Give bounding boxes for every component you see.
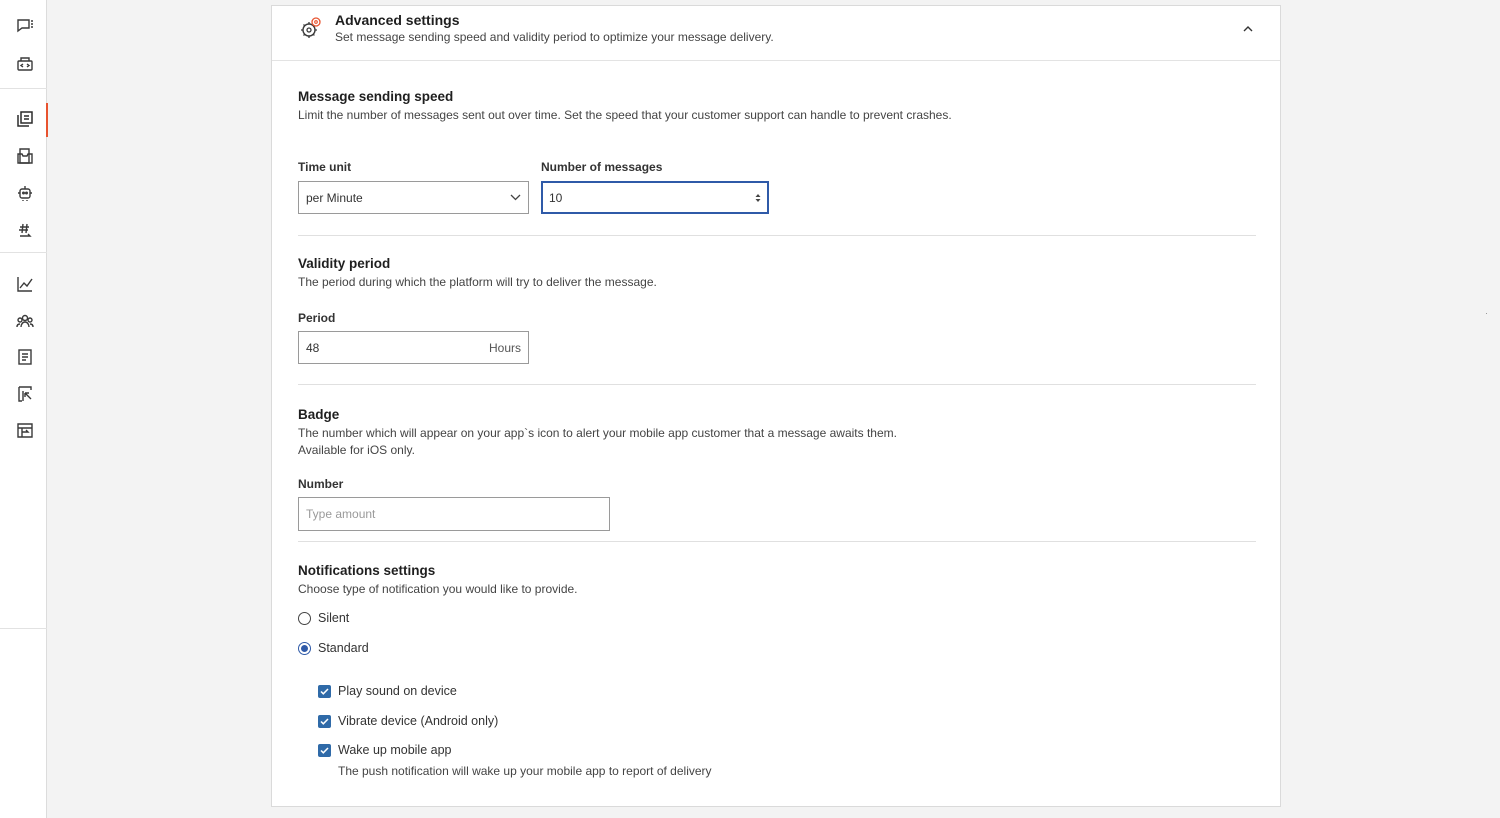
checkbox-vibrate[interactable]: Vibrate device (Android only) (318, 714, 498, 728)
validity-description: The period during which the platform wil… (298, 275, 657, 289)
analytics-icon[interactable] (8, 268, 42, 300)
store-icon[interactable] (8, 414, 42, 446)
divider (298, 384, 1256, 385)
checkmark-icon[interactable] (318, 743, 331, 757)
radio-standard[interactable]: Standard (298, 641, 369, 655)
panel-subtitle: Set message sending speed and validity p… (335, 30, 774, 44)
speed-title: Message sending speed (298, 89, 454, 104)
wake-up-hint: The push notification will wake up your … (338, 764, 712, 778)
number-of-messages-input[interactable]: 10 (541, 181, 769, 214)
notifications-title: Notifications settings (298, 563, 436, 578)
badge-description: The number which will appear on your app… (298, 426, 897, 457)
period-label: Period (298, 311, 336, 325)
notifications-description: Choose type of notification you would li… (298, 582, 578, 596)
validity-title: Validity period (298, 256, 391, 271)
radio-button[interactable] (298, 611, 311, 625)
chevron-up-icon (1243, 26, 1253, 32)
radio-silent[interactable]: Silent (298, 611, 349, 625)
panel-header[interactable]: Advanced settings Set message sending sp… (272, 6, 1280, 61)
radio-button-selected[interactable] (298, 641, 311, 655)
badge-title: Badge (298, 407, 340, 422)
checkmark-icon[interactable] (318, 684, 331, 698)
panel-title: Advanced settings (335, 12, 460, 28)
period-value: 48 (306, 340, 320, 355)
people-icon[interactable] (8, 305, 42, 337)
gear-icon (301, 17, 321, 38)
time-unit-label: Time unit (298, 160, 352, 174)
checkbox-play-sound[interactable]: Play sound on device (318, 684, 457, 698)
number-of-messages-label: Number of messages (541, 160, 663, 174)
number-of-messages-value: 10 (549, 190, 563, 205)
left-nav-rail (0, 0, 48, 818)
time-unit-select[interactable]: per Minute (298, 181, 529, 214)
chat-icon[interactable] (8, 10, 42, 42)
period-unit: Hours (488, 340, 521, 355)
badge-number-placeholder: Type amount (306, 507, 376, 521)
report-icon[interactable] (8, 378, 42, 410)
stepper-icon[interactable] (755, 193, 761, 203)
badge-number-input[interactable]: Type amount (298, 497, 610, 531)
inbox-icon[interactable] (8, 140, 42, 172)
copy-docs-icon[interactable] (8, 103, 48, 137)
bot-icon[interactable] (8, 177, 42, 209)
chevron-down-icon (510, 194, 521, 201)
hashtag-swap-icon[interactable] (8, 214, 42, 246)
time-unit-value: per Minute (306, 190, 363, 205)
speed-description: Limit the number of messages sent out ov… (298, 108, 952, 122)
advanced-settings-panel: Advanced settings Set message sending sp… (271, 5, 1281, 807)
divider (298, 541, 1256, 542)
badge-number-label: Number (298, 477, 344, 491)
divider (298, 235, 1256, 236)
checkmark-icon[interactable] (318, 714, 331, 728)
period-input[interactable]: 48 Hours (298, 331, 529, 364)
checkbox-wake-up[interactable]: Wake up mobile app (318, 743, 452, 757)
collapse-button[interactable] (1238, 19, 1258, 39)
code-box-icon[interactable] (8, 48, 42, 80)
stray-pixel (1486, 313, 1487, 314)
notebook-icon[interactable] (8, 341, 42, 373)
